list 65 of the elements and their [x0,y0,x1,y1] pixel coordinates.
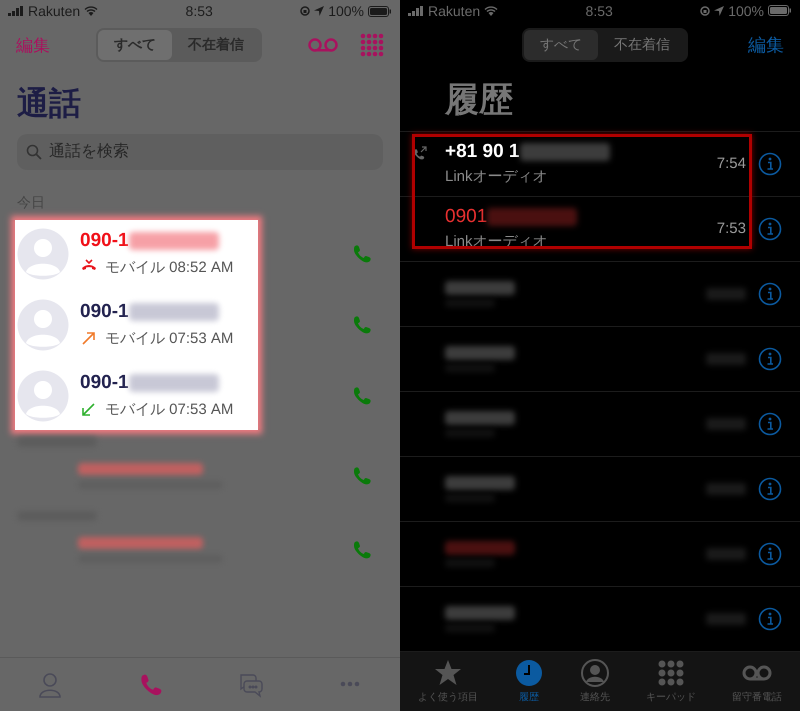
info-icon[interactable] [758,542,782,566]
wifi-icon [84,6,98,16]
person-circle-icon [580,658,610,688]
clock-time: 8:53 [186,3,213,19]
phone-number: 0901 [445,206,488,228]
phone-icon[interactable] [352,540,372,560]
clock-time: 8:53 [586,2,613,19]
incoming-arrow-icon [80,401,97,418]
info-icon[interactable] [758,412,782,436]
carrier-name: Rakuten [28,3,80,19]
battery-percent: 100% [328,3,364,19]
battery-icon [368,6,392,16]
outgoing-arrow-icon [80,330,97,347]
info-icon[interactable] [758,282,782,306]
battery-percent: 100% [728,2,764,19]
location-arrow-icon [314,6,324,16]
voicemail-icon[interactable] [308,38,338,52]
avatar-icon [17,370,69,422]
clock-icon [514,658,544,688]
info-icon[interactable] [758,346,782,371]
phone-number: 090-1 [80,301,129,323]
rotation-lock-icon [300,6,310,16]
info-icon[interactable] [758,216,782,241]
avatar-icon [17,228,69,280]
phone-icon[interactable] [352,244,372,264]
tab-bar-item[interactable]: キーパッド [646,658,696,704]
page-title: 通話 [16,84,82,123]
phone-number: 090-1 [80,372,129,394]
dialpad-icon[interactable] [360,33,384,57]
person-icon[interactable] [37,670,63,698]
segment-tab[interactable]: すべて [524,30,598,60]
keypad-icon [656,658,686,688]
signal-icon [408,6,424,16]
rotation-lock-icon [700,6,710,16]
segment-tab[interactable]: すべて [98,30,172,60]
search-field[interactable]: 通話を検索 [17,134,383,170]
phone-icon[interactable] [352,386,372,406]
edit-button[interactable]: 編集 [748,32,784,57]
tab-bar-item[interactable]: 連絡先 [580,658,610,704]
segment-tab[interactable]: 不在着信 [598,30,686,60]
tab-bar-item[interactable]: よく使う項目 [418,658,478,704]
call-detail: Linkオーディオ [445,167,549,186]
tab-bar-item[interactable]: 留守番電話 [732,658,782,704]
wifi-icon [484,6,498,16]
info-icon[interactable] [758,606,782,631]
phone-icon[interactable] [352,466,372,486]
battery-icon [768,5,792,16]
avatar-icon [17,298,69,350]
carrier-name: Rakuten [428,2,480,19]
phone-icon[interactable] [352,314,372,334]
phone-number: +81 90 1 [445,141,520,164]
signal-icon [8,6,24,16]
edit-button[interactable]: 編集 [16,34,50,56]
call-time: 7:53 [716,220,746,238]
call-detail: モバイル 07:53 AM [105,329,234,348]
info-icon[interactable] [758,152,782,176]
call-time: 7:54 [716,155,746,172]
call-detail: モバイル 07:53 AM [105,400,234,419]
location-arrow-icon [714,6,724,16]
call-detail: モバイル 08:52 AM [105,258,234,277]
page-title: 履歴 [444,80,514,122]
info-icon[interactable] [758,476,782,501]
phone-number: 090-1 [80,230,129,252]
outgoing-call-icon [413,146,427,160]
tab-bar-item[interactable]: 履歴 [514,658,544,704]
